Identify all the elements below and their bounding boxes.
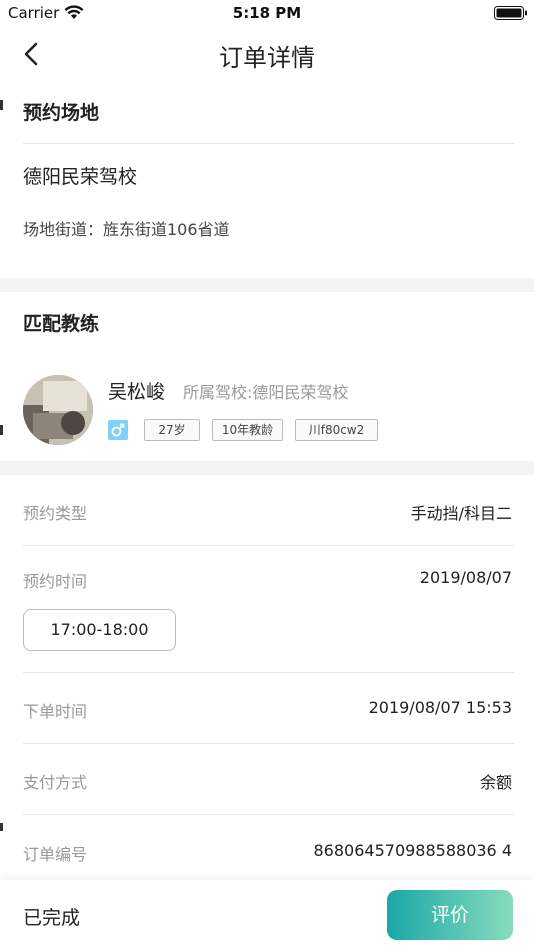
- divider: [23, 545, 514, 546]
- edge-mark: [0, 425, 3, 435]
- coach-name: 吴松峻: [108, 381, 166, 403]
- order-time-value: 2019/08/07 15:53: [368, 698, 512, 717]
- page-title: 订单详情: [219, 44, 315, 72]
- venue-address: 场地街道：旌东街道106省道: [23, 220, 230, 239]
- coach-section-title: 匹配教练: [23, 309, 100, 338]
- nav-bar: 订单详情: [0, 28, 534, 80]
- divider: [23, 143, 514, 144]
- booking-type-value: 手动挡/科目二: [410, 504, 512, 523]
- coach-school: 所属驾校:德阳民荣驾校: [183, 383, 349, 402]
- booking-time-label: 预约时间: [23, 572, 88, 591]
- section-gap: [0, 278, 534, 292]
- coach-tag-experience: 10年教龄: [212, 419, 283, 441]
- order-number-value: 868064570988588036 4: [313, 841, 513, 860]
- section-gap: [0, 461, 534, 475]
- coach-avatar: [23, 375, 93, 445]
- order-number-label: 订单编号: [23, 845, 88, 864]
- coach-tag-plate: 川f80cw2: [295, 419, 378, 441]
- clock: 5:18 PM: [232, 4, 302, 22]
- payment-method-value: 余额: [479, 773, 512, 792]
- review-button[interactable]: 评价: [387, 890, 513, 940]
- edge-mark: [0, 100, 3, 110]
- divider: [23, 814, 514, 815]
- edge-mark: [0, 823, 3, 831]
- divider: [23, 743, 514, 744]
- payment-method-label: 支付方式: [23, 773, 88, 792]
- status-bar: Carrier 5:18 PM: [0, 0, 534, 28]
- venue-section-title: 预约场地: [23, 98, 100, 127]
- male-icon: [108, 420, 128, 440]
- divider: [23, 672, 514, 673]
- booking-time-value: 2019/08/07: [419, 568, 512, 587]
- venue-name: 德阳民荣驾校: [23, 166, 138, 188]
- time-slot-chip: 17:00-18:00: [23, 609, 176, 651]
- bottom-bar: 已完成 评价: [0, 880, 534, 950]
- booking-type-label: 预约类型: [23, 504, 88, 523]
- battery-icon: [494, 6, 527, 20]
- coach-tag-age: 27岁: [144, 419, 200, 441]
- order-status: 已完成: [23, 907, 81, 929]
- avatar-photo-icon: [23, 375, 93, 445]
- order-time-label: 下单时间: [23, 702, 88, 721]
